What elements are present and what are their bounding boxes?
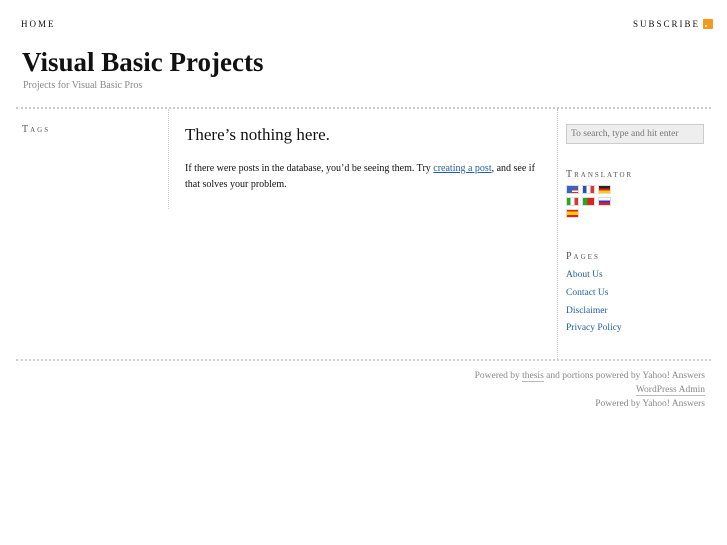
page-link-disclaimer[interactable]: Disclaimer xyxy=(566,306,608,316)
wordpress-admin-link[interactable]: WordPress Admin xyxy=(635,385,705,396)
rss-icon xyxy=(703,19,713,29)
empty-message: If there were posts in the database, you… xyxy=(185,161,545,192)
subscribe-label: SUBSCRIBE xyxy=(632,19,700,29)
footer-text: Powered by xyxy=(474,371,523,381)
flag-german-icon[interactable] xyxy=(598,185,611,194)
flag-spanish-icon[interactable] xyxy=(566,209,579,218)
nav-subscribe[interactable]: SUBSCRIBE xyxy=(633,19,713,29)
creating-post-link[interactable]: creating a post xyxy=(433,163,491,174)
nav-home[interactable]: HOME xyxy=(21,19,56,29)
page-link-contact[interactable]: Contact Us xyxy=(566,288,608,298)
yahoo-credit: Powered by Yahoo! Answers xyxy=(595,399,705,409)
flag-italian-icon[interactable] xyxy=(566,197,579,206)
pages-heading: Pages xyxy=(566,251,600,262)
header-divider xyxy=(16,107,711,109)
page-heading: There’s nothing here. xyxy=(185,125,330,144)
footer-divider xyxy=(16,359,711,361)
site-tagline: Projects for Visual Basic Pros xyxy=(23,80,143,91)
search-input[interactable] xyxy=(566,124,704,144)
page-link-privacy[interactable]: Privacy Policy xyxy=(566,323,622,333)
translator-flags xyxy=(566,185,618,218)
flag-portuguese-icon[interactable] xyxy=(582,197,595,206)
footer-text-portions: and portions powered by Yahoo! Answers xyxy=(543,371,705,381)
thesis-link[interactable]: thesis xyxy=(522,371,544,382)
footer: Powered by thesis and portions powered b… xyxy=(475,369,705,411)
flag-french-icon[interactable] xyxy=(582,185,595,194)
message-text: If there were posts in the database, you… xyxy=(185,163,434,174)
tags-heading: Tags xyxy=(22,124,51,135)
flag-english-icon[interactable] xyxy=(566,185,579,194)
translator-heading: Translator xyxy=(566,169,634,180)
page-link-about[interactable]: About Us xyxy=(566,270,603,280)
right-divider xyxy=(557,109,558,359)
flag-russian-icon[interactable] xyxy=(598,197,611,206)
site-title[interactable]: Visual Basic Projects xyxy=(22,47,263,78)
left-divider xyxy=(168,109,169,209)
